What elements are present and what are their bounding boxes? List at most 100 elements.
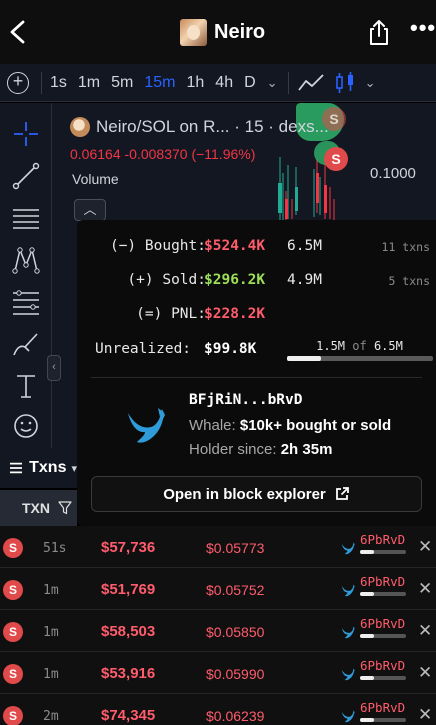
unrealized-row: Unrealized: $99.8K 1.5M of 6.5M xyxy=(77,339,436,363)
table-row[interactable]: S 1m $58,503 $0.05850 6PbRvD ✕ xyxy=(0,611,436,652)
chart-symbol: Neiro/SOL on R... · 15 · dexs... xyxy=(96,117,329,136)
wallet-address[interactable]: BFjRiN...bRvD xyxy=(189,392,303,408)
chart-type-dropdown-icon[interactable]: ⌄ xyxy=(365,75,376,91)
sold-row: (+) Sold: $296.2K 4.9M 5 txns xyxy=(77,272,436,294)
txn-column-header[interactable]: TXN xyxy=(0,490,77,526)
timeframe-4h[interactable]: 4h xyxy=(215,74,233,92)
txn-age: 1m xyxy=(43,625,59,640)
brush-icon[interactable] xyxy=(11,329,41,359)
txn-maker[interactable]: 6PbRvD xyxy=(360,616,405,631)
chart-symbol-legend[interactable]: Neiro/SOL on R... · 15 · dexs... xyxy=(70,117,329,137)
holding-total: 6.5M xyxy=(373,339,403,353)
token-avatar xyxy=(180,18,207,46)
candlestick-icon[interactable] xyxy=(333,71,357,95)
collapse-legend-button[interactable]: ︿ xyxy=(74,199,106,221)
maker-holding-bar xyxy=(360,718,406,722)
price-axis-label: 0.1000 xyxy=(370,165,416,182)
timeframe-15m[interactable]: 15m xyxy=(144,74,175,92)
maker-holding-fill xyxy=(360,550,374,554)
close-icon[interactable]: ✕ xyxy=(418,705,432,725)
close-icon[interactable]: ✕ xyxy=(418,621,432,641)
timeframe-d[interactable]: D xyxy=(244,74,256,92)
open-block-explorer-button[interactable]: Open in block explorer xyxy=(91,476,422,512)
txn-maker[interactable]: 6PbRvD xyxy=(360,658,405,673)
timeframe-1m[interactable]: 1m xyxy=(78,74,100,92)
holder-label: Holder since: xyxy=(189,441,277,458)
maker-holding-bar xyxy=(360,550,406,554)
txn-price: $0.05850 xyxy=(206,624,265,640)
txn-maker[interactable]: 6PbRvD xyxy=(360,700,405,715)
close-icon[interactable]: ✕ xyxy=(418,579,432,599)
text-tool-icon[interactable] xyxy=(11,371,41,401)
share-icon[interactable] xyxy=(366,18,392,46)
sold-txns: 5 txns xyxy=(388,274,430,288)
txn-price: $0.05773 xyxy=(206,540,265,556)
app-header: Neiro ••• xyxy=(0,0,436,64)
sell-badge: S xyxy=(3,538,23,558)
filter-icon[interactable] xyxy=(58,501,72,515)
whale-icon xyxy=(128,408,165,443)
page-title: Neiro xyxy=(214,20,266,43)
whale-icon xyxy=(341,710,355,723)
fib-retracement-icon[interactable] xyxy=(11,287,41,317)
pattern-tool-icon[interactable] xyxy=(11,245,41,275)
close-icon[interactable]: ✕ xyxy=(418,537,432,557)
holding-progress-bar xyxy=(287,356,433,361)
wallet-popup: (−) Bought: $524.4K 6.5M 11 txns (+) Sol… xyxy=(77,220,436,526)
close-icon[interactable]: ✕ xyxy=(418,663,432,683)
back-arrow-icon[interactable] xyxy=(6,18,30,46)
crosshair-icon[interactable] xyxy=(11,119,41,149)
txn-age: 1m xyxy=(43,583,59,598)
timeframe-5m[interactable]: 5m xyxy=(111,74,133,92)
toolbar-divider xyxy=(41,71,42,94)
txn-price: $0.05990 xyxy=(206,666,265,682)
timeframe-1h[interactable]: 1h xyxy=(187,74,205,92)
timeframe-1s[interactable]: 1s xyxy=(50,74,67,92)
txns-tab[interactable]: Txns ▾ xyxy=(0,448,77,488)
txn-maker[interactable]: 6PbRvD xyxy=(360,574,405,589)
txn-column-label: TXN xyxy=(22,500,50,516)
table-row[interactable]: S 51s $57,736 $0.05773 6PbRvD ✕ xyxy=(0,527,436,568)
txn-maker[interactable]: 6PbRvD xyxy=(360,532,405,547)
txn-usd: $51,769 xyxy=(101,581,156,598)
table-row[interactable]: S 2m $74,345 $0.06239 6PbRvD ✕ xyxy=(0,695,436,725)
maker-holding-bar xyxy=(360,592,406,596)
txn-age: 1m xyxy=(43,667,59,682)
sell-badge: S xyxy=(3,580,23,600)
table-row[interactable]: S 1m $53,916 $0.05990 6PbRvD ✕ xyxy=(0,653,436,694)
maker-holding-fill xyxy=(360,676,374,680)
sell-badge: S xyxy=(3,706,23,725)
bought-label: (−) Bought: xyxy=(109,238,206,254)
holder-value: 2h 35m xyxy=(280,441,333,458)
whale-icon xyxy=(341,584,355,597)
sold-label: (+) Sold: xyxy=(127,272,206,288)
table-row[interactable]: S 1m $51,769 $0.05752 6PbRvD ✕ xyxy=(0,569,436,610)
toolbar-collapse-handle[interactable]: ‹ xyxy=(47,355,61,381)
trend-line-icon[interactable] xyxy=(11,161,41,191)
emoji-icon[interactable] xyxy=(11,411,41,441)
holding-progress-fill xyxy=(287,356,321,361)
whale-status: Whale: $10k+ bought or sold xyxy=(189,417,391,434)
holding-amount: 1.5M xyxy=(316,339,346,353)
maker-holding-fill xyxy=(360,634,374,638)
more-options-icon[interactable]: ••• xyxy=(410,17,435,42)
timeframe-dropdown-icon[interactable]: ⌄ xyxy=(267,75,278,91)
unrealized-label: Unrealized: xyxy=(95,341,192,357)
pnl-label: (=) PNL: xyxy=(136,306,206,322)
chart-ohlc: 0.06164 -0.008370 (−11.96%) xyxy=(70,146,256,162)
add-indicator-icon[interactable]: + xyxy=(7,71,29,94)
sell-badge: S xyxy=(3,664,23,684)
txn-age: 2m xyxy=(43,709,59,724)
txn-age: 51s xyxy=(43,541,67,556)
holding-of: of xyxy=(352,339,367,353)
line-chart-icon[interactable] xyxy=(297,72,325,94)
external-link-icon xyxy=(335,487,349,500)
bought-row: (−) Bought: $524.4K 6.5M 11 txns xyxy=(77,238,436,260)
unrealized-usd: $99.8K xyxy=(204,341,257,357)
sell-marker[interactable]: S xyxy=(324,147,348,171)
whale-icon xyxy=(341,542,355,555)
horizontal-lines-icon[interactable] xyxy=(11,203,41,233)
token-title: Neiro xyxy=(180,17,265,47)
menu-icon xyxy=(10,462,23,474)
bought-usd: $524.4K xyxy=(204,238,266,254)
